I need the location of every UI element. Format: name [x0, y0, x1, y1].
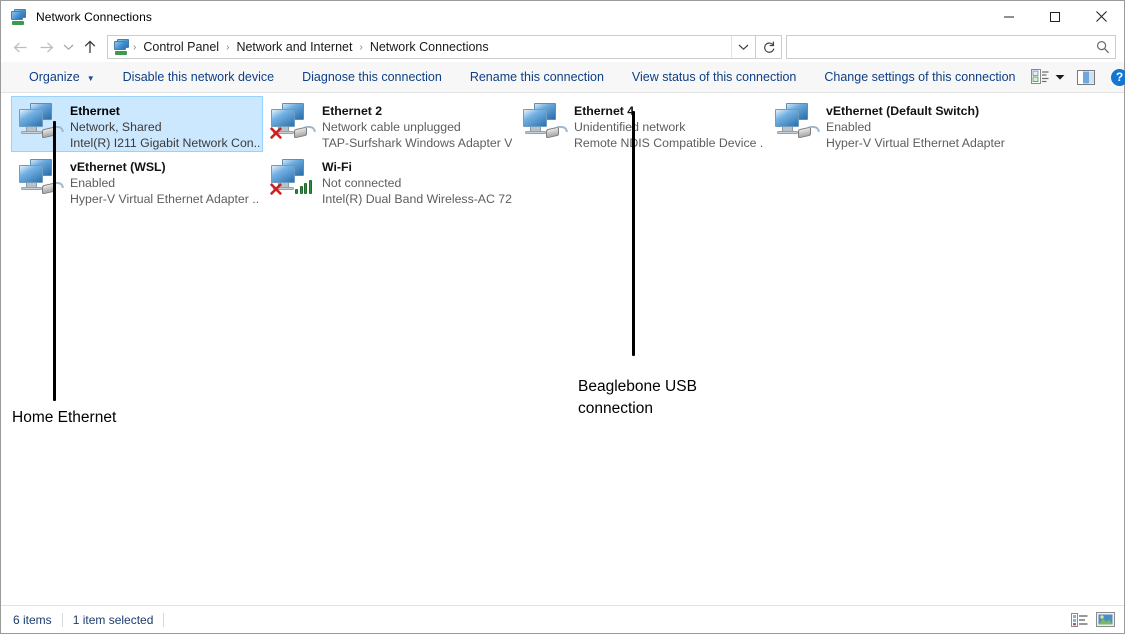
connection-device: Hyper-V Virtual Ethernet Adapter: [826, 136, 1005, 150]
connection-device: Intel(R) Dual Band Wireless-AC 72...: [322, 192, 512, 206]
connection-device: Remote NDIS Compatible Device ...: [574, 136, 764, 150]
ethernet-plug-icon: [546, 125, 569, 139]
up-arrow-icon[interactable]: [77, 35, 103, 59]
items-grid: Ethernet Network, Shared Intel(R) I211 G…: [11, 96, 1111, 208]
details-view-icon[interactable]: [1066, 609, 1092, 631]
connection-status: Enabled: [70, 176, 116, 190]
help-icon[interactable]: ?: [1103, 65, 1125, 90]
breadcrumb-item-control-panel[interactable]: Control Panel: [137, 40, 225, 54]
connection-item-vethernet-wsl[interactable]: vEthernet (WSL) Enabled Hyper-V Virtual …: [11, 152, 263, 208]
address-bar: › Control Panel › Network and Internet ›…: [1, 32, 1124, 62]
status-divider: [163, 612, 165, 627]
connection-item-vethernet-default-switch[interactable]: vEthernet (Default Switch) Enabled Hyper…: [767, 96, 1019, 152]
view-status-button[interactable]: View status of this connection: [618, 65, 810, 90]
connection-text: vEthernet (Default Switch) Enabled Hyper…: [826, 101, 1005, 151]
recent-locations-icon[interactable]: [59, 35, 77, 59]
network-adapter-icon: ✕: [268, 101, 318, 147]
connection-status: Not connected: [322, 176, 402, 190]
chevron-down-icon: ▼: [86, 73, 95, 83]
connection-status: Enabled: [826, 120, 872, 134]
breadcrumb[interactable]: › Control Panel › Network and Internet ›…: [107, 35, 756, 59]
search-box[interactable]: [786, 35, 1116, 59]
connection-text: Wi-Fi Not connected Intel(R) Dual Band W…: [322, 157, 512, 207]
connection-text: Ethernet 2 Network cable unplugged TAP-S…: [322, 101, 512, 151]
red-x-icon: ✕: [268, 180, 284, 201]
command-bar: Organize ▼ Disable this network device D…: [1, 62, 1125, 93]
annotation-leader-line-home-ethernet: [53, 121, 56, 401]
network-adapter-icon: [772, 101, 822, 147]
item-count: 6 items: [13, 612, 52, 627]
caption-buttons: [986, 1, 1124, 32]
organize-label: Organize: [29, 70, 80, 84]
preview-pane-icon[interactable]: [1069, 65, 1103, 90]
connection-status: Network, Shared: [70, 120, 162, 134]
connection-name: vEthernet (Default Switch): [826, 104, 980, 118]
connection-text: vEthernet (WSL) Enabled Hyper-V Virtual …: [70, 157, 260, 207]
selection-count: 1 item selected: [72, 612, 154, 627]
network-adapter-icon: [16, 101, 66, 147]
connection-item-ethernet-2[interactable]: ✕ Ethernet 2 Network cable unplugged TAP…: [263, 96, 515, 152]
ethernet-plug-icon: [798, 125, 821, 139]
network-connections-icon-small: [114, 39, 130, 55]
change-settings-button[interactable]: Change settings of this connection: [810, 65, 1029, 90]
connection-item-ethernet-4[interactable]: Ethernet 4 Unidentified network Remote N…: [515, 96, 767, 152]
connection-text: Ethernet 4 Unidentified network Remote N…: [574, 101, 764, 151]
connection-name: Ethernet 4: [574, 104, 635, 118]
close-icon[interactable]: [1078, 1, 1124, 32]
connection-name: Wi-Fi: [322, 160, 352, 174]
organize-button[interactable]: Organize ▼: [15, 65, 109, 90]
chevron-down-icon[interactable]: [731, 36, 755, 58]
forward-arrow-icon[interactable]: [33, 35, 59, 59]
connection-status: Unidentified network: [574, 120, 686, 134]
back-arrow-icon[interactable]: [7, 35, 33, 59]
network-connections-window: Network Connections › Control Panel › Ne…: [0, 0, 1125, 634]
diagnose-connection-button[interactable]: Diagnose this connection: [288, 65, 456, 90]
network-adapter-icon: [16, 157, 66, 203]
window-title: Network Connections: [36, 9, 152, 24]
red-x-icon: ✕: [268, 124, 284, 145]
network-adapter-icon: ✕: [268, 157, 318, 203]
status-bar: 6 items 1 item selected: [1, 605, 1124, 633]
change-view-icon[interactable]: [1029, 65, 1051, 90]
connection-status: Network cable unplugged: [322, 120, 461, 134]
refresh-icon[interactable]: [756, 35, 782, 59]
status-divider: [61, 612, 63, 627]
rename-connection-button[interactable]: Rename this connection: [456, 65, 618, 90]
connection-name: Ethernet 2: [322, 104, 383, 118]
search-icon: [1091, 40, 1115, 54]
network-adapter-icon: [520, 101, 570, 147]
search-input[interactable]: [787, 40, 1091, 54]
breadcrumb-item-network-and-internet[interactable]: Network and Internet: [230, 40, 358, 54]
breadcrumb-item-network-connections[interactable]: Network Connections: [364, 40, 495, 54]
connection-item-wifi[interactable]: ✕ Wi-Fi Not connected Intel(R) Dual Band…: [263, 152, 515, 208]
connection-device: Intel(R) I211 Gigabit Network Con...: [70, 136, 260, 150]
connection-device: Hyper-V Virtual Ethernet Adapter ...: [70, 192, 260, 206]
title-bar: Network Connections: [1, 1, 1124, 32]
annotation-label-beaglebone: Beaglebone USB connection: [578, 378, 697, 417]
ethernet-plug-icon: [294, 125, 317, 139]
help-glyph: ?: [1110, 68, 1125, 86]
connection-item-ethernet[interactable]: Ethernet Network, Shared Intel(R) I211 G…: [11, 96, 263, 152]
annotation-leader-line-beaglebone: [632, 111, 635, 356]
chevron-down-icon[interactable]: [1051, 65, 1069, 90]
disable-network-device-button[interactable]: Disable this network device: [109, 65, 288, 90]
network-connections-icon: [11, 8, 27, 25]
connection-device: TAP-Surfshark Windows Adapter V9: [322, 136, 512, 150]
connection-name: vEthernet (WSL): [70, 160, 166, 174]
minimize-icon[interactable]: [986, 1, 1032, 32]
wifi-signal-icon: [295, 179, 315, 194]
connection-name: Ethernet: [70, 104, 120, 118]
connections-list: Ethernet Network, Shared Intel(R) I211 G…: [1, 93, 1124, 605]
large-icons-view-icon[interactable]: [1092, 609, 1118, 631]
annotation-label-home-ethernet: Home Ethernet: [12, 409, 117, 426]
connection-text: Ethernet Network, Shared Intel(R) I211 G…: [70, 101, 260, 151]
maximize-icon[interactable]: [1032, 1, 1078, 32]
